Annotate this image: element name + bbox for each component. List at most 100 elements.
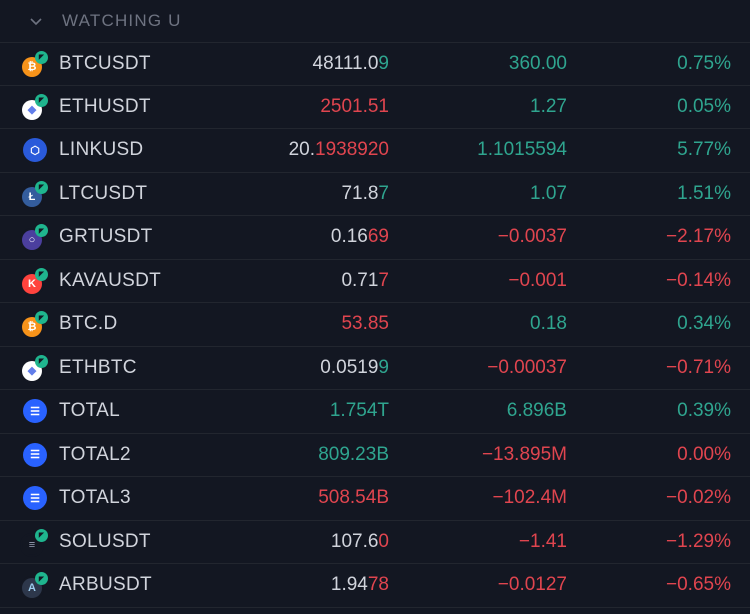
- watchlist-row[interactable]: ₿ ◤ BTC.D 53.85 0.18 0.34%: [0, 303, 750, 347]
- last-price-changed-part: 809.23B: [318, 443, 389, 465]
- watchlist-row[interactable]: ⬡ LINKUSD 20.1938920 1.1015594 5.77%: [0, 129, 750, 173]
- last-price-stable-part: 0.71: [341, 269, 379, 291]
- percent-change: −0.65%: [666, 574, 731, 596]
- symbol-name: LTCUSDT: [59, 182, 148, 204]
- watchlist-section-title: WATCHING U: [62, 11, 182, 30]
- symbol-name: ETHUSDT: [59, 95, 151, 117]
- bitcoin-icon: ₿ ◤: [22, 311, 48, 338]
- price-change: 360.00: [508, 52, 567, 74]
- bitcoin-icon: ₿ ◤: [22, 50, 48, 77]
- percent-change: 0.39%: [677, 400, 731, 422]
- quote-currency-icon: ◤: [35, 93, 48, 107]
- symbol-name: BTCUSDT: [59, 52, 151, 74]
- crypto-cap-icon: ☰: [22, 485, 48, 511]
- last-price-stable-part: 107.6: [330, 530, 379, 552]
- quote-currency-icon: ◤: [35, 354, 48, 368]
- crypto-cap-icon: ☰: [22, 398, 48, 424]
- last-price: 2501.51: [320, 96, 389, 118]
- watchlist-row[interactable]: ◆ ◤ ETHBTC 0.05199 −0.00037 −0.71%: [0, 347, 750, 390]
- kava-icon: K ◤: [22, 267, 48, 294]
- last-price-stable-part: 1.94: [330, 574, 368, 596]
- last-price-changed-part: 69: [367, 226, 389, 248]
- last-price: 71.87: [341, 183, 389, 205]
- watchlist-row[interactable]: ☰ TOTAL 1.754T 6.896B 0.39%: [0, 390, 750, 434]
- percent-change: 1.51%: [677, 182, 731, 204]
- last-price: 1.9478: [331, 574, 389, 596]
- watchlist-row[interactable]: ◆ ◤ ETHUSDT 2501.51 1.27 0.05%: [0, 86, 750, 129]
- quote-currency-icon: ◤: [35, 50, 48, 64]
- percent-change: 0.05%: [677, 95, 731, 117]
- last-price-stable-part: 48111.0: [312, 52, 379, 74]
- watchlist-row[interactable]: ₿ ◤ BTCUSDT 48111.09 360.00 0.75%: [0, 42, 750, 86]
- symbol-name: LINKUSD: [59, 139, 144, 161]
- price-change: 6.896B: [506, 400, 567, 422]
- price-change: 1.07: [530, 182, 567, 204]
- symbol-name: ARBUSDT: [59, 574, 152, 596]
- watchlist-row[interactable]: ☰ TOTAL2 809.23B −13.895M 0.00%: [0, 434, 750, 477]
- last-price-changed-part: 1.754T: [329, 400, 389, 422]
- last-price-changed-part: 9: [378, 356, 389, 378]
- last-price-stable-part: 71.8: [341, 182, 379, 204]
- watchlist-rows: ₿ ◤ BTCUSDT 48111.09 360.00 0.75% ◆ ◤ ETHUSDT 250…: [0, 42, 750, 608]
- last-price: 809.23B: [318, 444, 389, 466]
- last-price: 0.05199: [320, 357, 389, 379]
- percent-change: −0.14%: [666, 269, 731, 291]
- solana-icon: ≡ ◤: [22, 528, 48, 555]
- percent-change: 0.75%: [677, 52, 731, 74]
- last-price-changed-part: 7: [378, 269, 389, 291]
- watchlist-row[interactable]: ☰ TOTAL3 508.54B −102.4M −0.02%: [0, 477, 750, 521]
- last-price-changed-part: 9: [378, 52, 389, 74]
- price-change: 1.27: [530, 95, 567, 117]
- symbol-name: ETHBTC: [59, 356, 137, 378]
- last-price: 20.1938920: [289, 139, 389, 161]
- last-price-changed-part: 78: [367, 574, 389, 596]
- last-price: 48111.09: [313, 53, 389, 75]
- last-price-stable-part: 0.0519: [320, 356, 379, 378]
- symbol-name: TOTAL2: [59, 443, 131, 465]
- quote-currency-icon: ◤: [35, 528, 48, 542]
- watchlist-row[interactable]: A ◤ ARBUSDT 1.9478 −0.0127 −0.65%: [0, 564, 750, 608]
- price-change: −0.0037: [497, 226, 567, 248]
- last-price-changed-part: 1938920: [315, 139, 389, 161]
- quote-currency-icon: ◤: [35, 267, 48, 281]
- ethereum-icon: ◆ ◤: [22, 93, 48, 120]
- quote-currency-icon: ◤: [35, 572, 48, 586]
- symbol-name: SOLUSDT: [59, 530, 151, 552]
- the-graph-icon: ○ ◤: [22, 224, 48, 251]
- watchlist-row[interactable]: ○ ◤ GRTUSDT 0.1669 −0.0037 −2.17%: [0, 216, 750, 260]
- price-change: −0.00037: [487, 356, 567, 378]
- watchlist-row[interactable]: K ◤ KAVAUSDT 0.717 −0.001 −0.14%: [0, 260, 750, 303]
- price-change: 1.1015594: [477, 139, 567, 161]
- price-change: 0.18: [530, 313, 567, 335]
- last-price-changed-part: 2501.51: [320, 95, 389, 117]
- percent-change: −0.02%: [666, 487, 731, 509]
- price-change: −0.001: [508, 269, 567, 291]
- last-price-stable-part: 0.16: [330, 226, 368, 248]
- price-change: −1.41: [518, 530, 567, 552]
- price-change: −0.0127: [497, 574, 567, 596]
- chainlink-icon: ⬡: [22, 137, 48, 163]
- last-price-changed-part: 7: [378, 182, 389, 204]
- watchlist-section-header[interactable]: WATCHING U: [0, 0, 750, 42]
- last-price: 1.754T: [330, 400, 389, 422]
- last-price-stable-part: 20.: [288, 139, 316, 161]
- percent-change: 5.77%: [677, 139, 731, 161]
- percent-change: −0.71%: [666, 356, 731, 378]
- last-price: 107.60: [331, 531, 389, 553]
- percent-change: 0.00%: [677, 443, 731, 465]
- symbol-name: BTC.D: [59, 313, 118, 335]
- chevron-down-icon[interactable]: [28, 13, 44, 29]
- litecoin-icon: Ł ◤: [22, 180, 48, 207]
- price-change: −13.895M: [481, 443, 567, 465]
- symbol-name: KAVAUSDT: [59, 269, 161, 291]
- last-price: 0.1669: [331, 226, 389, 248]
- last-price: 508.54B: [318, 487, 389, 509]
- price-change: −102.4M: [492, 487, 567, 509]
- percent-change: −1.29%: [666, 530, 731, 552]
- symbol-name: TOTAL3: [59, 487, 131, 509]
- watchlist-row[interactable]: ≡ ◤ SOLUSDT 107.60 −1.41 −1.29%: [0, 521, 750, 564]
- last-price-changed-part: 508.54B: [318, 487, 389, 509]
- last-price-changed-part: 53.85: [341, 313, 389, 335]
- last-price-changed-part: 0: [378, 530, 389, 552]
- watchlist-row[interactable]: Ł ◤ LTCUSDT 71.87 1.07 1.51%: [0, 173, 750, 216]
